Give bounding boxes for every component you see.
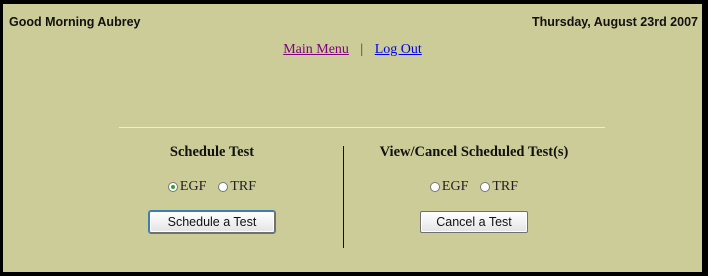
current-date: Thursday, August 23rd 2007 [531, 15, 698, 29]
cancel-test-button[interactable]: Cancel a Test [420, 211, 528, 233]
main-menu-link[interactable]: Main Menu [283, 42, 349, 57]
cancel-egf-label: EGF [441, 179, 469, 194]
schedule-test-section: Schedule Test EGF TRF Schedule a Test [112, 144, 312, 234]
radio-selected-icon [167, 182, 178, 192]
nav-separator: | [360, 42, 364, 57]
schedule-test-type-group: EGF TRF [112, 179, 312, 195]
radio-unselected-icon [480, 182, 491, 192]
radio-unselected-icon [429, 182, 440, 192]
main-panel: Good Morning Aubrey Thursday, August 23r… [3, 4, 702, 272]
cancel-test-section: View/Cancel Scheduled Test(s) EGF TRF Ca… [374, 144, 574, 233]
cancel-test-title: View/Cancel Scheduled Test(s) [379, 144, 569, 160]
cancel-egf-radio[interactable]: EGF [429, 179, 469, 195]
log-out-link[interactable]: Log Out [375, 42, 422, 57]
schedule-egf-radio[interactable]: EGF [167, 179, 207, 195]
window-frame: Good Morning Aubrey Thursday, August 23r… [0, 0, 708, 276]
column-divider [343, 146, 344, 248]
cancel-trf-radio[interactable]: TRF [480, 179, 518, 195]
schedule-test-title: Schedule Test [169, 144, 255, 160]
schedule-egf-label: EGF [179, 179, 207, 194]
schedule-test-button[interactable]: Schedule a Test [147, 210, 277, 234]
divider [119, 127, 605, 128]
schedule-trf-label: TRF [230, 179, 257, 194]
cancel-trf-label: TRF [492, 179, 519, 194]
nav-links: Main Menu | Log Out [3, 42, 702, 58]
cancel-test-type-group: EGF TRF [374, 179, 574, 195]
radio-unselected-icon [218, 182, 229, 192]
schedule-trf-radio[interactable]: TRF [218, 179, 256, 195]
greeting: Good Morning Aubrey [9, 15, 141, 29]
